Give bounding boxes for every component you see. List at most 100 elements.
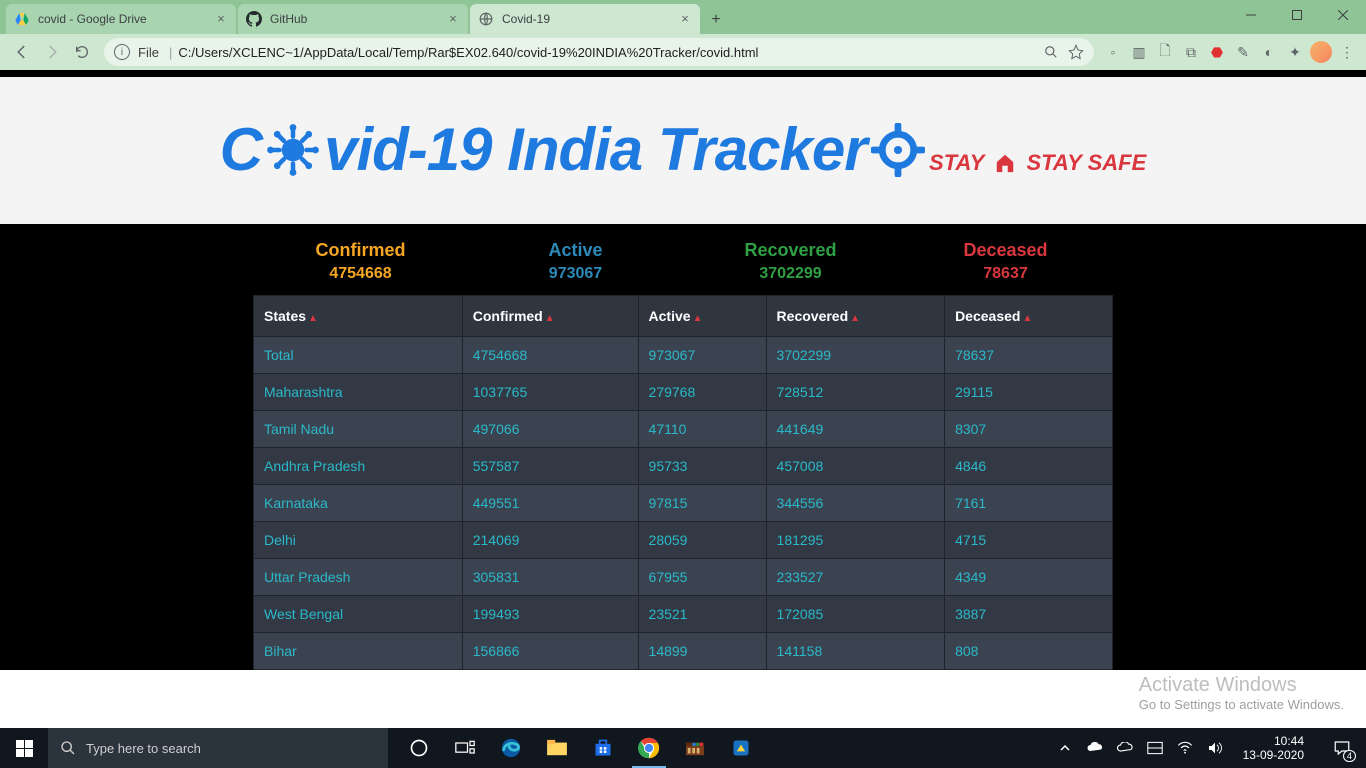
table-cell: Bihar (254, 633, 463, 670)
clock-date: 13-09-2020 (1243, 748, 1304, 762)
table-row[interactable]: Andhra Pradesh557587957334570084846 (254, 448, 1113, 485)
cortana-icon[interactable] (396, 728, 442, 768)
col-deceased[interactable]: Deceased▲ (945, 296, 1113, 337)
stat-active: Active 973067 (468, 240, 683, 283)
states-table: States▲ Confirmed▲ Active▲ Recovered▲ De… (253, 295, 1113, 670)
col-active[interactable]: Active▲ (638, 296, 766, 337)
maximize-button[interactable] (1274, 0, 1320, 30)
extensions: ◦ ▥ 🗋 ⧉ ⬣ ✎ ◐ ✦ ⋮ (1102, 41, 1358, 63)
table-row[interactable]: Uttar Pradesh305831679552335274349 (254, 559, 1113, 596)
start-button[interactable] (0, 728, 48, 768)
back-button[interactable] (8, 38, 36, 66)
close-icon[interactable]: × (678, 12, 692, 26)
close-icon[interactable]: × (446, 12, 460, 26)
windows-icon (16, 740, 33, 757)
sort-icon: ▲ (545, 313, 555, 324)
table-row[interactable]: Delhi214069280591812954715 (254, 522, 1113, 559)
table-cell: 449551 (462, 485, 638, 522)
table-cell: 172085 (766, 596, 945, 633)
extension-icon[interactable]: ✎ (1232, 41, 1254, 63)
extension-icon[interactable]: ◐ (1258, 41, 1280, 63)
close-icon[interactable]: × (214, 12, 228, 26)
col-states[interactable]: States▲ (254, 296, 463, 337)
table-row[interactable]: Karnataka449551978153445567161 (254, 485, 1113, 522)
language-icon[interactable] (1145, 741, 1165, 755)
table-cell: 973067 (638, 337, 766, 374)
profile-avatar[interactable] (1310, 41, 1332, 63)
tab-drive[interactable]: covid - Google Drive × (6, 4, 236, 34)
file-explorer-icon[interactable] (534, 728, 580, 768)
ms-store-icon[interactable] (580, 728, 626, 768)
close-window-button[interactable] (1320, 0, 1366, 30)
table-row[interactable]: West Bengal199493235211720853887 (254, 596, 1113, 633)
extension-icon[interactable]: ⧉ (1180, 41, 1202, 63)
table-cell: 47110 (638, 411, 766, 448)
page-viewport: Cvid-19 India Tracker STAY STAY SAFE Con… (0, 70, 1366, 728)
stat-value: 3702299 (683, 265, 898, 283)
table-cell: 305831 (462, 559, 638, 596)
extensions-puzzle-icon[interactable]: ✦ (1284, 41, 1306, 63)
table-cell: 3887 (945, 596, 1113, 633)
table-cell: 728512 (766, 374, 945, 411)
table-row[interactable]: Tamil Nadu497066471104416498307 (254, 411, 1113, 448)
tab-covid[interactable]: Covid-19 × (470, 4, 700, 34)
col-confirmed[interactable]: Confirmed▲ (462, 296, 638, 337)
tab-github[interactable]: GitHub × (238, 4, 468, 34)
volume-icon[interactable] (1205, 741, 1225, 755)
chrome-icon[interactable] (626, 728, 672, 768)
page-title: Cvid-19 India Tracker (220, 115, 925, 184)
table-cell: 279768 (638, 374, 766, 411)
app-icon[interactable] (718, 728, 764, 768)
table-cell: 4715 (945, 522, 1113, 559)
subtitle-seg-b: STAY SAFE (1026, 150, 1146, 176)
virus-icon (266, 123, 320, 177)
table-cell: 181295 (766, 522, 945, 559)
table-cell: Uttar Pradesh (254, 559, 463, 596)
taskbar-search[interactable]: Type here to search (48, 728, 388, 768)
title-seg-b: vid-19 India Tracker (324, 115, 867, 184)
table-cell: 28059 (638, 522, 766, 559)
address-bar[interactable]: i File | C:/Users/XCLENC~1/AppData/Local… (104, 38, 1094, 66)
star-icon[interactable] (1068, 44, 1084, 60)
search-icon (60, 740, 76, 756)
new-tab-button[interactable]: + (702, 6, 730, 34)
onedrive-icon[interactable] (1085, 742, 1105, 754)
extension-icon[interactable]: ⬣ (1206, 41, 1228, 63)
sort-icon: ▲ (850, 313, 860, 324)
table-row[interactable]: Maharashtra103776527976872851229115 (254, 374, 1113, 411)
taskbar-clock[interactable]: 10:44 13-09-2020 (1235, 734, 1312, 762)
action-center-icon[interactable]: 4 (1322, 728, 1362, 768)
info-icon[interactable]: i (114, 44, 130, 60)
table-cell: 344556 (766, 485, 945, 522)
table-cell: 233527 (766, 559, 945, 596)
minimize-button[interactable] (1228, 0, 1274, 30)
watermark-title: Activate Windows (1139, 674, 1344, 697)
task-view-icon[interactable] (442, 728, 488, 768)
chrome-menu-button[interactable]: ⋮ (1336, 41, 1358, 63)
wifi-icon[interactable] (1175, 741, 1195, 755)
table-cell: Tamil Nadu (254, 411, 463, 448)
zoom-icon[interactable] (1044, 45, 1058, 59)
browser-tabs: covid - Google Drive × GitHub × Covid-19… (0, 0, 730, 34)
winrar-icon[interactable] (672, 728, 718, 768)
extension-icon[interactable]: 🗋 (1154, 41, 1176, 63)
edge-icon[interactable] (488, 728, 534, 768)
reload-button[interactable] (68, 38, 96, 66)
clock-time: 10:44 (1243, 734, 1304, 748)
forward-button[interactable] (38, 38, 66, 66)
cloud-icon[interactable] (1115, 742, 1135, 754)
col-recovered[interactable]: Recovered▲ (766, 296, 945, 337)
table-cell: 78637 (945, 337, 1113, 374)
table-row[interactable]: Bihar15686614899141158808 (254, 633, 1113, 670)
browser-toolbar: i File | C:/Users/XCLENC~1/AppData/Local… (0, 34, 1366, 70)
taskbar-apps (396, 728, 764, 768)
browser-titlebar: covid - Google Drive × GitHub × Covid-19… (0, 0, 1366, 34)
stat-label: Active (468, 240, 683, 261)
extension-icon[interactable]: ◦ (1102, 41, 1124, 63)
table-row[interactable]: Total4754668973067370229978637 (254, 337, 1113, 374)
url-scheme: File (138, 45, 159, 60)
table-cell: 1037765 (462, 374, 638, 411)
extension-icon[interactable]: ▥ (1128, 41, 1150, 63)
tray-overflow-icon[interactable] (1055, 743, 1075, 753)
table-cell: 214069 (462, 522, 638, 559)
